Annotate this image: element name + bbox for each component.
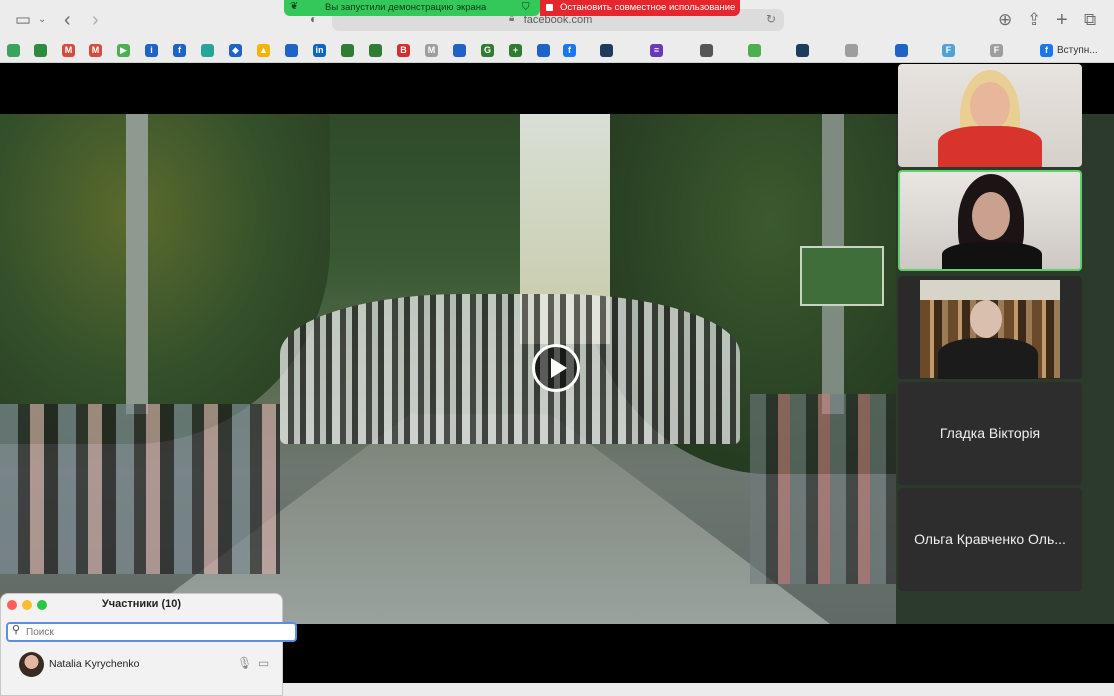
- bookmark-icon[interactable]: [341, 44, 354, 57]
- participant-face: [970, 82, 1010, 130]
- participant-name: Ольга Кравченко Оль...: [914, 531, 1066, 547]
- bookmark-icon[interactable]: F: [942, 44, 955, 57]
- reload-icon[interactable]: ↻: [766, 12, 776, 26]
- participant-face: [970, 300, 1002, 338]
- scene-pole: [126, 114, 148, 414]
- active-speaker-video-tile[interactable]: [898, 170, 1082, 271]
- bookmark-icon[interactable]: F: [990, 44, 1003, 57]
- participant-face: [972, 192, 1010, 240]
- bookmark-icon[interactable]: [537, 44, 550, 57]
- scene-crowd: [0, 404, 280, 574]
- scene-crowd: [280, 294, 740, 444]
- sidebar-icon[interactable]: ▭: [15, 0, 31, 40]
- chevron-right-icon[interactable]: ›: [92, 0, 99, 40]
- bookmark-icon[interactable]: [285, 44, 298, 57]
- bookmark-icon[interactable]: M: [62, 44, 75, 57]
- bookmark-icon[interactable]: M: [89, 44, 102, 57]
- participant-list-name[interactable]: Natalia Kyrychenko: [49, 658, 139, 670]
- bookmark-icon[interactable]: ▶: [117, 44, 130, 57]
- scene-sign: [800, 246, 884, 306]
- bookmark-icon[interactable]: [845, 44, 858, 57]
- search-icon: ⚲: [12, 624, 21, 636]
- bookmark-icon[interactable]: f: [173, 44, 186, 57]
- participants-panel: Участники (10) ⚲ Natalia Kyrychenko 🎙︎ ▭: [0, 593, 297, 696]
- tabs-icon[interactable]: ⧉: [1084, 0, 1096, 40]
- bookmark-facebook-icon[interactable]: f: [1040, 44, 1053, 57]
- plus-icon[interactable]: +: [1056, 0, 1068, 40]
- stop-sharing-label: Остановить совместное использование: [560, 2, 736, 13]
- participants-title: Участники (10): [101, 598, 182, 610]
- bookmarks-bar: M M ▶ i f ◆ ▲ in B M G + f ≡ F F f Вступн...: [0, 40, 1114, 63]
- share-icon[interactable]: ⇪: [1027, 0, 1041, 40]
- bookmark-icon[interactable]: M: [425, 44, 438, 57]
- shield-check-icon: ⛉: [522, 2, 530, 13]
- stop-icon: [546, 4, 553, 11]
- participant-name: Гладка Вікторія: [939, 425, 1041, 441]
- bookmark-icon[interactable]: [600, 44, 613, 57]
- bookmark-icon[interactable]: f: [563, 44, 576, 57]
- bookmark-icon[interactable]: [369, 44, 382, 57]
- participant-video-tile[interactable]: [898, 276, 1082, 379]
- share-indicator-icon: ❦: [290, 1, 299, 12]
- participant-body: [938, 126, 1042, 167]
- bookmark-icon[interactable]: B: [397, 44, 410, 57]
- bookmark-icon[interactable]: +: [509, 44, 522, 57]
- shared-video-frame[interactable]: [0, 114, 896, 624]
- bookmark-icon[interactable]: G: [481, 44, 494, 57]
- bookmark-icon[interactable]: [748, 44, 761, 57]
- bookmark-icon[interactable]: ◆: [229, 44, 242, 57]
- avatar: [19, 652, 44, 677]
- download-icon[interactable]: ⊕: [998, 0, 1012, 40]
- bookmark-icon[interactable]: i: [145, 44, 158, 57]
- participant-name-tile[interactable]: Гладка Вікторія: [898, 382, 1082, 485]
- participant-background: [920, 280, 1060, 300]
- participant-video-tile[interactable]: [898, 64, 1082, 167]
- participant-body: [942, 242, 1042, 269]
- participant-name-tile[interactable]: Ольга Кравченко Оль...: [898, 488, 1082, 591]
- bookmark-icon[interactable]: in: [313, 44, 326, 57]
- bookmark-icon[interactable]: [201, 44, 214, 57]
- bookmark-icon[interactable]: [7, 44, 20, 57]
- stop-sharing-button[interactable]: Остановить совместное использование: [540, 0, 740, 16]
- chevron-left-icon[interactable]: ‹: [64, 0, 71, 40]
- screen-share-banner: ❦ Вы запустили демонстрацию экрана ⛉: [284, 0, 540, 16]
- play-button[interactable]: [532, 344, 580, 392]
- camera-icon[interactable]: ▭: [258, 656, 269, 670]
- participant-body: [938, 338, 1038, 379]
- bookmark-icon[interactable]: [700, 44, 713, 57]
- bookmark-icon[interactable]: ≡: [650, 44, 663, 57]
- bookmark-icon[interactable]: [453, 44, 466, 57]
- bookmark-label[interactable]: Вступн...: [1057, 43, 1098, 59]
- chevron-down-icon[interactable]: ⌄: [38, 0, 46, 40]
- bookmark-icon[interactable]: [796, 44, 809, 57]
- bookmark-icon[interactable]: [34, 44, 47, 57]
- screen-share-text: Вы запустили демонстрацию экрана: [325, 2, 487, 13]
- bookmark-icon[interactable]: ▲: [257, 44, 270, 57]
- page-bottom-strip: [283, 683, 1114, 696]
- participant-search-input[interactable]: [6, 622, 297, 642]
- bookmark-icon[interactable]: [895, 44, 908, 57]
- microphone-icon[interactable]: 🎙︎: [237, 656, 252, 670]
- scene-crowd: [750, 394, 896, 584]
- play-icon: [551, 358, 567, 378]
